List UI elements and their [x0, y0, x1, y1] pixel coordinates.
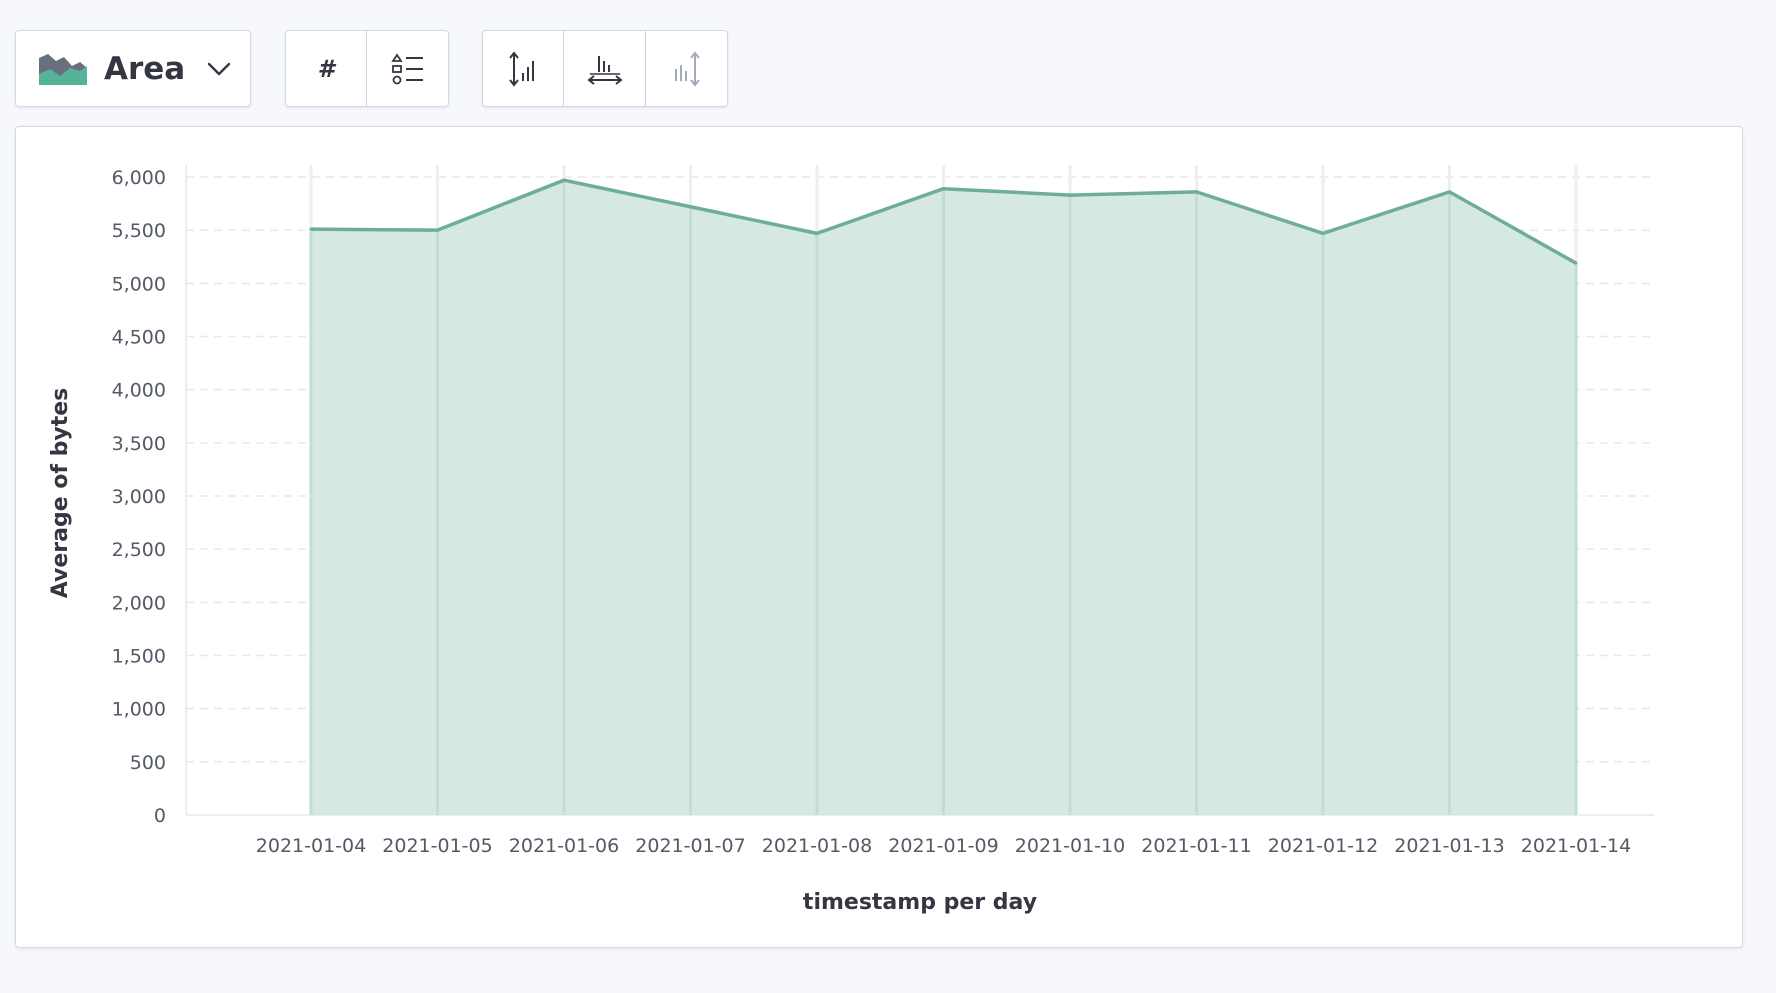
- x-tick-label: 2021-01-11: [1141, 835, 1251, 857]
- x-tick-label: 2021-01-14: [1521, 835, 1631, 857]
- y-tick-label: 4,000: [112, 380, 166, 402]
- y-tick-label: 3,000: [112, 486, 166, 508]
- data-point[interactable]: [436, 228, 439, 232]
- data-point[interactable]: [1068, 193, 1072, 197]
- x-tick-label: 2021-01-08: [762, 835, 872, 857]
- y-tick-labels: 0 500 1,000 1,500 2,000 2,500 3,000 3,500 4,000 4…: [112, 167, 166, 827]
- chart-type-dropdown[interactable]: Area: [15, 30, 251, 107]
- value-format-button[interactable]: #: [285, 30, 367, 107]
- data-point[interactable]: [1321, 231, 1325, 235]
- data-point[interactable]: [1574, 261, 1578, 265]
- y-tick-label: 6,000: [112, 167, 166, 189]
- series-area: [309, 178, 1578, 815]
- y-tick-label: 5,500: [112, 220, 166, 242]
- data-point[interactable]: [689, 205, 692, 209]
- x-tick-label: 2021-01-12: [1268, 835, 1378, 857]
- y-tick-label: 2,500: [112, 539, 166, 561]
- chart-type-label: Area: [104, 50, 186, 87]
- y-tick-label: 1,500: [112, 646, 166, 668]
- data-point[interactable]: [1195, 190, 1198, 194]
- data-point[interactable]: [815, 231, 819, 235]
- chart-panel: 0 500 1,000 1,500 2,000 2,500 3,000 3,500 4,000 4…: [15, 126, 1743, 948]
- y-tick-label: 500: [130, 752, 166, 774]
- area-chart-icon: [39, 53, 87, 85]
- y-tick-label: 1,000: [112, 699, 166, 721]
- y-tick-label: 0: [154, 805, 166, 827]
- y-right-axis-scale-icon: [674, 50, 700, 87]
- x-axis-scale-icon: [586, 55, 623, 85]
- data-point[interactable]: [942, 187, 945, 191]
- x-tick-label: 2021-01-09: [888, 835, 998, 857]
- format-button-group: #: [285, 30, 449, 107]
- y-tick-label: 4,500: [112, 327, 166, 349]
- x-axis-label: timestamp per day: [803, 890, 1037, 915]
- area-chart: 0 500 1,000 1,500 2,000 2,500 3,000 3,500 4,000 4…: [48, 165, 1654, 915]
- bottom-axis-button[interactable]: [564, 30, 646, 107]
- y-tick-label: 2,000: [112, 592, 166, 614]
- right-axis-button: [646, 30, 728, 107]
- x-tick-labels: 2021-01-04 2021-01-05 2021-01-06 2021-01-07…: [256, 835, 1631, 857]
- list-icon: [390, 52, 423, 84]
- x-tick-label: 2021-01-05: [382, 835, 492, 857]
- x-tick-label: 2021-01-07: [635, 835, 745, 857]
- chevron-down-icon: [208, 62, 231, 75]
- x-tick-label: 2021-01-10: [1015, 835, 1125, 857]
- x-tick-label: 2021-01-13: [1394, 835, 1504, 857]
- data-point[interactable]: [1448, 190, 1451, 194]
- y-tick-label: 3,500: [112, 433, 166, 455]
- data-point[interactable]: [309, 227, 313, 231]
- x-tick-label: 2021-01-04: [256, 835, 366, 857]
- y-axis-scale-icon: [509, 50, 534, 87]
- x-tick-label: 2021-01-06: [509, 835, 619, 857]
- y-tick-label: 5,000: [112, 273, 166, 295]
- y-axis-label: Average of bytes: [48, 388, 73, 599]
- data-point[interactable]: [562, 178, 566, 182]
- hash-icon: #: [317, 54, 335, 83]
- left-axis-button[interactable]: [482, 30, 564, 107]
- legend-button[interactable]: [367, 30, 449, 107]
- axis-button-group: [482, 30, 728, 107]
